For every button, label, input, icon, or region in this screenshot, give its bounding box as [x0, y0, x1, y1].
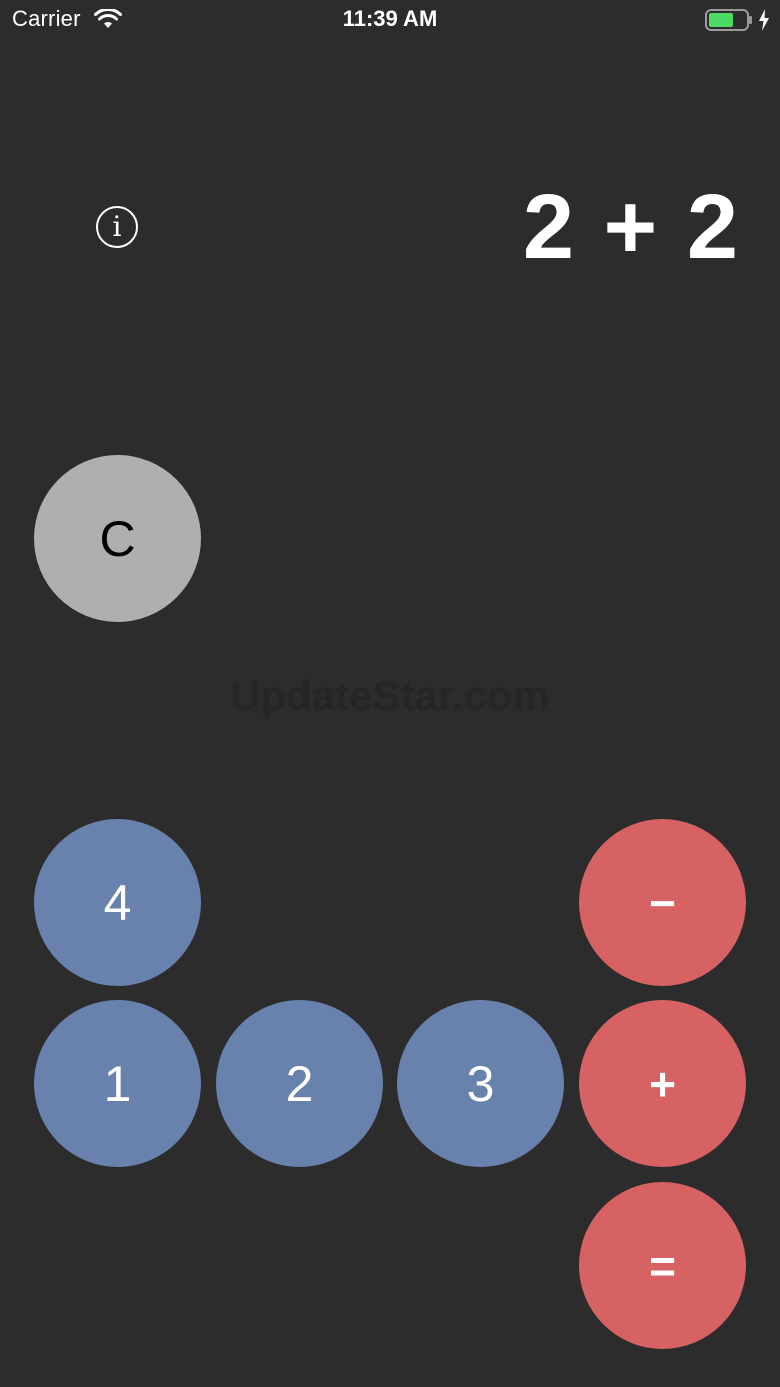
minus-button[interactable]: −: [579, 819, 746, 986]
calculator-display: 2 + 2: [522, 176, 740, 278]
status-bar: Carrier 11:39 AM: [0, 0, 780, 40]
battery-charging-icon: [705, 9, 752, 31]
equals-button[interactable]: =: [579, 1182, 746, 1349]
plus-button[interactable]: +: [579, 1000, 746, 1167]
digit-1-button[interactable]: 1: [34, 1000, 201, 1167]
watermark-text: UpdateStar.com: [230, 672, 550, 719]
digit-2-button[interactable]: 2: [216, 1000, 383, 1167]
digit-3-button[interactable]: 3: [397, 1000, 564, 1167]
status-time: 11:39 AM: [342, 6, 438, 31]
info-icon: i: [112, 210, 122, 243]
clear-button[interactable]: C: [34, 455, 201, 622]
charging-bolt-icon: [759, 9, 769, 31]
digit-4-button[interactable]: 4: [34, 819, 201, 986]
info-button[interactable]: i: [96, 206, 138, 248]
